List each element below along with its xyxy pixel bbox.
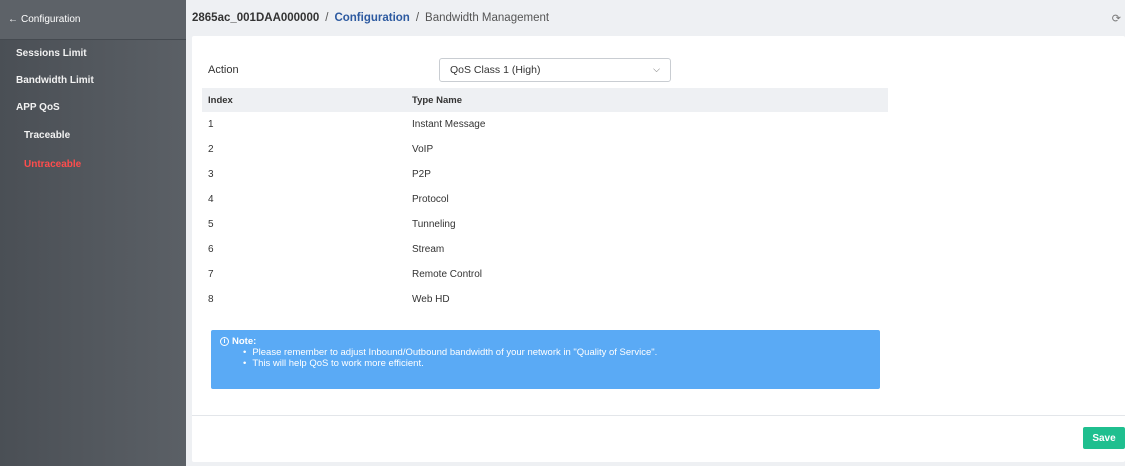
- table-row: 5 Tunneling: [202, 212, 888, 237]
- row-index: 1: [208, 119, 214, 130]
- table-row: 3 P2P: [202, 162, 888, 187]
- sidebar-item-bandwidth-limit[interactable]: Bandwidth Limit: [0, 67, 186, 94]
- sidebar: ← Configuration Sessions Limit Bandwidth…: [0, 0, 186, 466]
- row-type-name: VoIP: [412, 144, 434, 155]
- row-index: 4: [208, 194, 214, 205]
- row-index: 7: [208, 269, 214, 280]
- row-type-name: Protocol: [412, 194, 449, 205]
- footer-divider: [192, 415, 1125, 416]
- sidebar-item-sessions-limit[interactable]: Sessions Limit: [0, 40, 186, 67]
- row-type-name: Remote Control: [412, 269, 483, 280]
- table-row: 8 Web HD: [202, 287, 888, 312]
- breadcrumb-separator: /: [415, 12, 420, 24]
- table-row: 2 VoIP: [202, 137, 888, 162]
- note-title: i Note:: [220, 336, 880, 347]
- breadcrumb-device: 2865ac_001DAA000000: [192, 12, 320, 24]
- table-row: 1 Instant Message: [202, 112, 888, 137]
- note-line: Please remember to adjust Inbound/Outbou…: [243, 347, 880, 358]
- row-index: 5: [208, 219, 214, 230]
- info-icon: i: [220, 337, 229, 346]
- type-table: Index Type Name 1 Instant Message 2 VoIP 3…: [202, 88, 888, 312]
- row-index: 6: [208, 244, 214, 255]
- action-label: Action: [208, 64, 239, 76]
- row-type-name: P2P: [412, 169, 431, 180]
- action-select-value: QoS Class 1 (High): [450, 64, 541, 76]
- page-title: Bandwidth Management: [425, 12, 550, 24]
- row-index: 8: [208, 294, 214, 305]
- action-select[interactable]: QoS Class 1 (High) ⌵: [439, 58, 671, 82]
- action-row: Action QoS Class 1 (High) ⌵: [208, 58, 886, 82]
- refresh-icon[interactable]: ⟳: [1112, 12, 1121, 25]
- table-row: 6 Stream: [202, 237, 888, 262]
- column-header-index: Index: [208, 94, 233, 106]
- note-line: This will help QoS to work more efficien…: [243, 358, 880, 369]
- table-row: 4 Protocol: [202, 187, 888, 212]
- note-box: i Note: Please remember to adjust Inboun…: [211, 330, 880, 389]
- row-type-name: Tunneling: [412, 219, 456, 230]
- sidebar-item-traceable[interactable]: Traceable: [0, 121, 186, 150]
- row-type-name: Stream: [412, 244, 445, 255]
- table-row: 7 Remote Control: [202, 262, 888, 287]
- breadcrumb-separator: /: [325, 12, 329, 24]
- sidebar-item-app-qos[interactable]: APP QoS: [0, 94, 186, 121]
- sidebar-item-untraceable[interactable]: Untraceable: [0, 150, 186, 179]
- arrow-left-icon: ←: [8, 14, 18, 25]
- column-header-type-name: Type Name: [412, 94, 462, 106]
- save-button[interactable]: Save: [1083, 427, 1125, 449]
- breadcrumb: 2865ac_001DAA000000 / Configuration / Ba…: [186, 0, 1125, 36]
- back-label: Configuration: [21, 14, 81, 25]
- row-index: 3: [208, 169, 214, 180]
- row-type-name: Instant Message: [412, 119, 486, 130]
- note-title-text: Note:: [232, 336, 257, 347]
- back-to-configuration-button[interactable]: ← Configuration: [0, 0, 186, 40]
- row-type-name: Web HD: [412, 294, 450, 305]
- row-index: 2: [208, 144, 214, 155]
- main-panel: Action QoS Class 1 (High) ⌵ Index Type N…: [192, 36, 1125, 462]
- breadcrumb-configuration[interactable]: Configuration: [334, 12, 409, 24]
- table-header-row: Index Type Name: [202, 88, 888, 112]
- note-list: Please remember to adjust Inbound/Outbou…: [220, 347, 880, 369]
- chevron-down-icon: ⌵: [653, 64, 660, 74]
